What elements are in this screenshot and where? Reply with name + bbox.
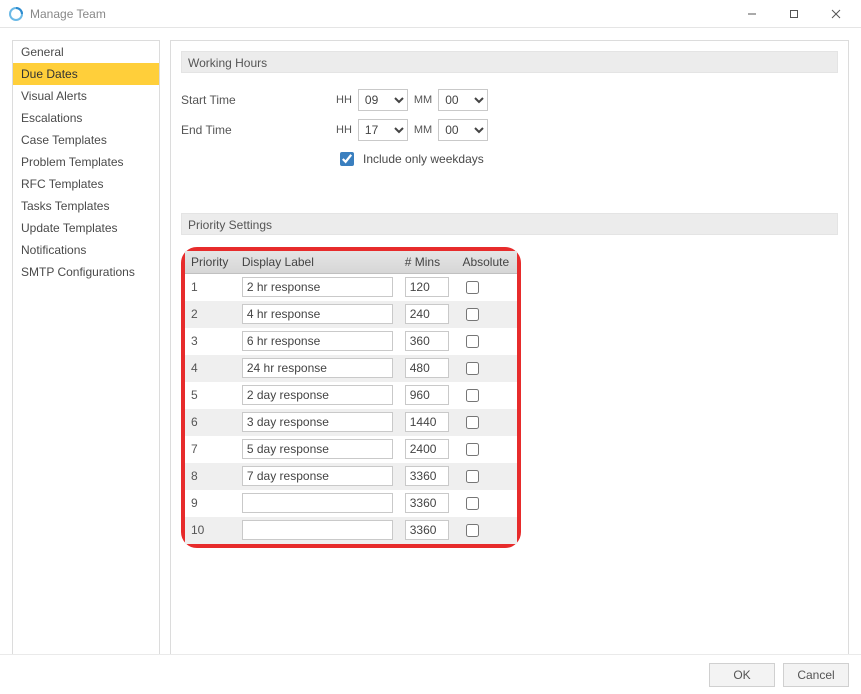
priority-cell: 5 <box>185 382 236 409</box>
priority-cell: 3 <box>185 328 236 355</box>
table-row: 6 <box>185 409 517 436</box>
table-row: 9 <box>185 490 517 517</box>
table-row: 10 <box>185 517 517 544</box>
weekdays-label[interactable]: Include only weekdays <box>363 152 484 166</box>
col-absolute[interactable]: Absolute <box>456 251 517 274</box>
hh-label: HH <box>336 124 352 136</box>
window-minimize-button[interactable] <box>731 0 773 28</box>
priority-cell: 1 <box>185 274 236 301</box>
sidebar-item-escalations[interactable]: Escalations <box>13 107 159 129</box>
priority-cell: 8 <box>185 463 236 490</box>
sidebar-item-visual-alerts[interactable]: Visual Alerts <box>13 85 159 107</box>
sidebar-item-due-dates[interactable]: Due Dates <box>13 63 159 85</box>
working-hours-header: Working Hours <box>181 51 838 73</box>
col-display-label[interactable]: Display Label <box>236 251 399 274</box>
mm-label: MM <box>414 94 432 106</box>
absolute-checkbox[interactable] <box>466 389 479 402</box>
end-time-label: End Time <box>181 123 336 137</box>
window-maximize-button[interactable] <box>773 0 815 28</box>
table-row: 1 <box>185 274 517 301</box>
absolute-checkbox[interactable] <box>466 362 479 375</box>
display-label-input[interactable] <box>242 331 393 351</box>
display-label-input[interactable] <box>242 466 393 486</box>
table-row: 5 <box>185 382 517 409</box>
absolute-checkbox[interactable] <box>466 524 479 537</box>
sidebar-item-case-templates[interactable]: Case Templates <box>13 129 159 151</box>
sidebar-item-rfc-templates[interactable]: RFC Templates <box>13 173 159 195</box>
end-hour-select[interactable]: 17 <box>358 119 408 141</box>
priority-cell: 9 <box>185 490 236 517</box>
mins-input[interactable] <box>405 493 449 513</box>
display-label-input[interactable] <box>242 493 393 513</box>
window-title: Manage Team <box>30 7 106 21</box>
content-pane: Working Hours Start Time HH 09 MM 00 End… <box>170 40 849 655</box>
absolute-checkbox[interactable] <box>466 470 479 483</box>
priority-highlight-annotation: Priority Display Label # Mins Absolute 1… <box>181 247 521 548</box>
absolute-checkbox[interactable] <box>466 416 479 429</box>
end-min-select[interactable]: 00 <box>438 119 488 141</box>
sidebar-item-notifications[interactable]: Notifications <box>13 239 159 261</box>
display-label-input[interactable] <box>242 385 393 405</box>
start-time-label: Start Time <box>181 93 336 107</box>
absolute-checkbox[interactable] <box>466 308 479 321</box>
table-row: 4 <box>185 355 517 382</box>
mins-input[interactable] <box>405 385 449 405</box>
priority-cell: 6 <box>185 409 236 436</box>
sidebar-item-smtp-configurations[interactable]: SMTP Configurations <box>13 261 159 283</box>
table-row: 3 <box>185 328 517 355</box>
absolute-checkbox[interactable] <box>466 281 479 294</box>
absolute-checkbox[interactable] <box>466 335 479 348</box>
mins-input[interactable] <box>405 412 449 432</box>
mins-input[interactable] <box>405 304 449 324</box>
weekdays-checkbox[interactable] <box>340 152 354 166</box>
col-mins[interactable]: # Mins <box>399 251 457 274</box>
sidebar-item-tasks-templates[interactable]: Tasks Templates <box>13 195 159 217</box>
mins-input[interactable] <box>405 439 449 459</box>
priority-cell: 4 <box>185 355 236 382</box>
dialog-footer: OK Cancel <box>0 654 861 694</box>
priority-table: Priority Display Label # Mins Absolute 1… <box>185 251 517 544</box>
priority-cell: 10 <box>185 517 236 544</box>
table-row: 2 <box>185 301 517 328</box>
hh-label: HH <box>336 94 352 106</box>
display-label-input[interactable] <box>242 277 393 297</box>
sidebar-item-general[interactable]: General <box>13 41 159 63</box>
sidebar-item-problem-templates[interactable]: Problem Templates <box>13 151 159 173</box>
mins-input[interactable] <box>405 466 449 486</box>
display-label-input[interactable] <box>242 520 393 540</box>
mins-input[interactable] <box>405 358 449 378</box>
display-label-input[interactable] <box>242 439 393 459</box>
sidebar: GeneralDue DatesVisual AlertsEscalations… <box>12 40 160 655</box>
priority-cell: 7 <box>185 436 236 463</box>
cancel-button[interactable]: Cancel <box>783 663 849 687</box>
absolute-checkbox[interactable] <box>466 497 479 510</box>
mm-label: MM <box>414 124 432 136</box>
app-icon <box>8 6 24 22</box>
titlebar: Manage Team <box>0 0 861 28</box>
display-label-input[interactable] <box>242 304 393 324</box>
ok-button[interactable]: OK <box>709 663 775 687</box>
table-row: 8 <box>185 463 517 490</box>
mins-input[interactable] <box>405 520 449 540</box>
table-row: 7 <box>185 436 517 463</box>
priority-settings-header: Priority Settings <box>181 213 838 235</box>
priority-cell: 2 <box>185 301 236 328</box>
mins-input[interactable] <box>405 331 449 351</box>
absolute-checkbox[interactable] <box>466 443 479 456</box>
display-label-input[interactable] <box>242 358 393 378</box>
sidebar-item-update-templates[interactable]: Update Templates <box>13 217 159 239</box>
start-min-select[interactable]: 00 <box>438 89 488 111</box>
col-priority[interactable]: Priority <box>185 251 236 274</box>
window-close-button[interactable] <box>815 0 857 28</box>
start-hour-select[interactable]: 09 <box>358 89 408 111</box>
mins-input[interactable] <box>405 277 449 297</box>
display-label-input[interactable] <box>242 412 393 432</box>
